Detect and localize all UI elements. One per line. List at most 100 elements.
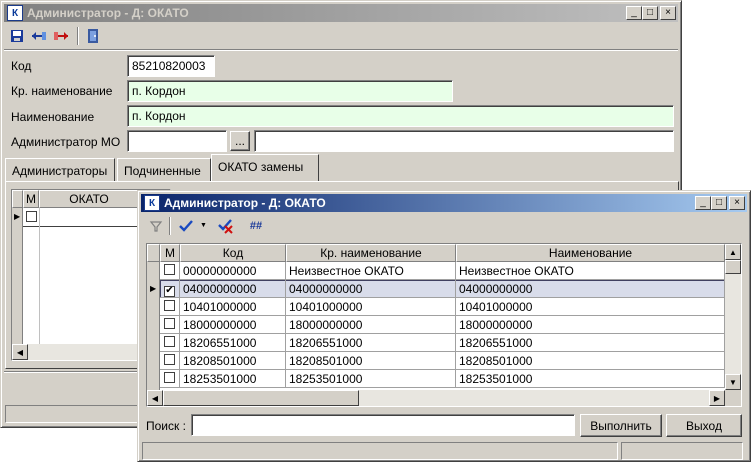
- table-row[interactable]: ✔ 04000000000 04000000000 04000000000: [160, 280, 725, 298]
- code-label: Код: [11, 59, 32, 73]
- filter-icon[interactable]: [146, 216, 166, 236]
- checkbox-icon[interactable]: [164, 300, 175, 311]
- minimize-button[interactable]: _: [695, 196, 711, 210]
- table-cell-code: 04000000000: [180, 280, 286, 298]
- move-left-icon[interactable]: [29, 26, 49, 46]
- back-grid-col-okato[interactable]: ОКАТО: [39, 190, 139, 208]
- uncheck-all-icon[interactable]: [216, 216, 236, 236]
- app-icon: К: [7, 5, 23, 21]
- toolbar-bottom-line: [4, 49, 678, 51]
- scroll-left-icon[interactable]: ◀: [147, 390, 163, 406]
- move-right-icon[interactable]: [51, 26, 71, 46]
- name-field[interactable]: п. Кордон: [127, 105, 674, 127]
- scroll-up-icon[interactable]: ▲: [725, 244, 741, 260]
- table-row[interactable]: 18208501000 18208501000 18208501000: [160, 352, 725, 370]
- code-field[interactable]: 85210820003: [127, 55, 215, 77]
- search-label: Поиск :: [146, 419, 186, 433]
- table-cell-short: 18253501000: [286, 370, 456, 388]
- scroll-right-icon[interactable]: ▶: [709, 390, 725, 406]
- short-name-field[interactable]: п. Кордон: [127, 80, 453, 102]
- row-checkbox[interactable]: [160, 262, 180, 280]
- back-grid-col-m[interactable]: М: [23, 190, 39, 208]
- table-cell-code: 18253501000: [180, 370, 286, 388]
- front-grid[interactable]: М Код Кр. наименование Наименование 0000…: [146, 243, 742, 407]
- table-cell-code: 10401000000: [180, 298, 286, 316]
- row-checkbox[interactable]: [160, 334, 180, 352]
- table-cell-code: 18000000000: [180, 316, 286, 334]
- short-name-label: Кр. наименование: [11, 84, 113, 98]
- front-window-title: Администратор - Д: ОКАТО: [164, 196, 326, 210]
- table-cell-name: 18000000000: [456, 316, 725, 334]
- scroll-corner: [725, 390, 741, 406]
- front-window: К Администратор - Д: ОКАТО _ □ × ▼ ## М …: [137, 190, 751, 462]
- table-row[interactable]: 00000000000 Неизвестное ОКАТО Неизвестное …: [160, 262, 725, 280]
- grid-rows: 00000000000 Неизвестное ОКАТО Неизвестное …: [160, 262, 725, 390]
- grid-col-m[interactable]: М: [160, 244, 180, 262]
- table-cell-short: Неизвестное ОКАТО: [286, 262, 456, 280]
- exit-button[interactable]: Выход: [666, 414, 742, 437]
- horizontal-scrollbar[interactable]: ◀ ▶: [147, 390, 725, 406]
- table-cell-code: 18208501000: [180, 352, 286, 370]
- scroll-down-icon[interactable]: ▼: [725, 374, 741, 390]
- save-icon[interactable]: [7, 26, 27, 46]
- back-grid-checkbox[interactable]: [26, 211, 37, 225]
- back-grid-indicator-head: [12, 190, 23, 208]
- table-row[interactable]: 18206551000 18206551000 18206551000: [160, 334, 725, 352]
- row-indicator-icon: ▶: [150, 284, 157, 293]
- table-row[interactable]: 18000000000 18000000000 18000000000: [160, 316, 725, 334]
- checkbox-icon[interactable]: [164, 336, 175, 347]
- check-icon[interactable]: [176, 216, 196, 236]
- row-indicator-icon: ▶: [14, 212, 21, 221]
- search-input[interactable]: [191, 414, 575, 436]
- checkbox-icon[interactable]: [164, 318, 175, 329]
- table-cell-code: 00000000000: [180, 262, 286, 280]
- toolbar-separator: [77, 27, 79, 45]
- exit-door-icon[interactable]: [83, 26, 103, 46]
- vertical-scroll-thumb[interactable]: [725, 260, 741, 274]
- checkbox-icon[interactable]: [164, 354, 175, 365]
- table-row[interactable]: 18253501000 18253501000 18253501000: [160, 370, 725, 388]
- back-window-title: Администратор - Д: ОКАТО: [27, 6, 189, 20]
- toolbar-separator: [169, 217, 171, 235]
- table-cell-short: 18206551000: [286, 334, 456, 352]
- close-button[interactable]: ×: [729, 196, 745, 210]
- admin-mo-code-field[interactable]: [127, 130, 227, 152]
- scroll-left-icon[interactable]: ◀: [12, 344, 28, 360]
- row-checkbox[interactable]: ✔: [160, 280, 180, 298]
- tab-administrators[interactable]: Администраторы: [5, 158, 115, 182]
- execute-button[interactable]: Выполнить: [580, 414, 662, 437]
- table-cell-short: 04000000000: [286, 280, 456, 298]
- front-status-pane-main: [142, 442, 618, 460]
- row-checkbox[interactable]: [160, 298, 180, 316]
- grid-col-name[interactable]: Наименование: [456, 244, 725, 262]
- vertical-scrollbar[interactable]: ▲ ▼: [725, 244, 741, 390]
- table-cell-short: 10401000000: [286, 298, 456, 316]
- tab-okato-replacements[interactable]: ОКАТО замены: [211, 154, 319, 182]
- row-checkbox[interactable]: [160, 370, 180, 388]
- grid-indicator-column: [147, 262, 160, 390]
- grid-col-short-name[interactable]: Кр. наименование: [286, 244, 456, 262]
- row-checkbox[interactable]: [160, 352, 180, 370]
- table-cell-name: 04000000000: [456, 280, 725, 298]
- dropdown-arrow-icon[interactable]: ▼: [200, 222, 207, 229]
- maximize-button[interactable]: □: [642, 6, 658, 20]
- checked-checkbox-icon[interactable]: ✔: [164, 285, 175, 297]
- close-button[interactable]: ×: [660, 6, 676, 20]
- checkbox-icon[interactable]: [164, 264, 175, 275]
- table-cell-name: Неизвестное ОКАТО: [456, 262, 725, 280]
- grid-col-code[interactable]: Код: [180, 244, 286, 262]
- front-titlebar[interactable]: К Администратор - Д: ОКАТО _ □ ×: [141, 194, 747, 212]
- admin-mo-name-field[interactable]: [254, 130, 674, 152]
- row-checkbox[interactable]: [160, 316, 180, 334]
- admin-mo-browse-button[interactable]: ...: [230, 131, 250, 151]
- maximize-button[interactable]: □: [711, 196, 727, 210]
- minimize-button[interactable]: _: [626, 6, 642, 20]
- horizontal-scroll-thumb[interactable]: [163, 390, 359, 406]
- grid-indicator-head: [147, 244, 160, 262]
- checkbox-icon[interactable]: [164, 372, 175, 383]
- numbering-icon[interactable]: ##: [246, 216, 266, 236]
- tab-subordinates[interactable]: Подчиненные: [117, 158, 211, 182]
- back-titlebar[interactable]: К Администратор - Д: ОКАТО _ □ ×: [4, 4, 678, 22]
- table-row[interactable]: 10401000000 10401000000 10401000000: [160, 298, 725, 316]
- table-cell-short: 18000000000: [286, 316, 456, 334]
